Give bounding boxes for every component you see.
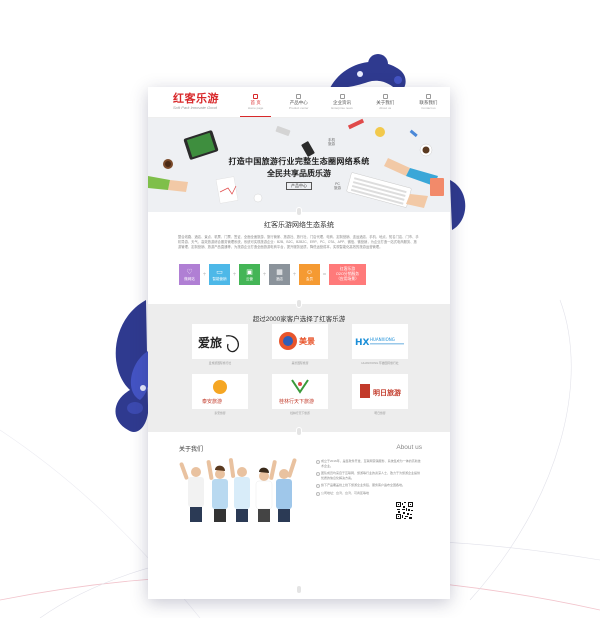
plus-sign: +: [262, 271, 267, 278]
equals-sign: =: [322, 271, 327, 278]
about-list: 成立于2016年，是集软件开发、互联网营销服务、系统集成为一体的高新技术企业。 …: [316, 459, 422, 499]
client-logo-grid: 爱旅 爱旅游国际旅行社 美景 美景国际旅游 HX HUANXIONG HUANXI…: [191, 324, 409, 415]
eco-tile-cloud[interactable]: ▣ 云营: [239, 264, 260, 285]
plus-sign: +: [292, 271, 297, 278]
people-icon: ☺: [305, 268, 314, 276]
client-item[interactable]: 桂林行天下旅游 桂林行天下旅游: [271, 374, 329, 415]
client-logo: 明日旅游: [352, 374, 408, 409]
ecosystem-description: 整合线路、酒店、景点、机票、门票、签证、全面全面旅游、旅行管家、旅游社、旅行社、…: [178, 235, 419, 250]
about-title-en: About us: [396, 444, 422, 451]
nav-sublabel: Enterprise news: [331, 106, 353, 110]
about-section: 关于我们 About us 成立于2016年，是集软件开发、互联网营销服务、系统…: [148, 427, 450, 599]
hero-banner: 手机 旅游 PC 旅游 打造中国旅游行业完整生态圈网络系统 全民共享品质乐游 产…: [148, 118, 450, 212]
client-logo: 桂林行天下旅游: [272, 374, 328, 409]
hero-headline: 打造中国旅游行业完整生态圈网络系统: [228, 157, 370, 166]
client-logo: 泰安旅游: [192, 374, 248, 409]
logo-text: 红客乐游: [173, 93, 219, 105]
doc-icon: [339, 94, 345, 99]
ecosystem-formula: ♡ 微网站 + ▭ 智能营销 + ▣ 云营 + ▦ 酒店 + ☺ 会员 = 红客…: [179, 264, 366, 285]
svg-text:美景: 美景: [299, 336, 315, 346]
eco-result-tile[interactable]: 红客乐游 O2O分销服务 （应用场景）: [329, 264, 366, 285]
eco-tile-micro-site[interactable]: ♡ 微网站: [179, 264, 200, 285]
phone-icon: [425, 94, 431, 99]
about-paragraph: 成立于2016年，是集软件开发、互联网营销服务、系统集成为一体的高新技术企业。: [316, 459, 422, 468]
plus-sign: +: [202, 271, 207, 278]
client-item[interactable]: HX HUANXIONG HUANXIONG 环雄国际旅行社: [351, 324, 409, 365]
about-paragraph: 团队成员均来自于互联网、旅游等行业的资深人士，致力于为旅游企业提供优质的信息化解…: [316, 471, 422, 480]
clients-title: 超过2000家客户选择了红客乐游: [252, 316, 346, 323]
svg-text:桂林行天下旅游: 桂林行天下旅游: [279, 398, 314, 405]
client-item[interactable]: 美景 美景国际旅游: [271, 324, 329, 365]
clients-section: 超过2000家客户选择了红客乐游 爱旅 爱旅游国际旅行社 美景 美景国际旅游 H…: [148, 299, 450, 432]
logo-subtitle: Soft Park Innovate Good: [173, 105, 217, 110]
about-paragraph: 公司地址：台湾、台湾、可商区等地: [316, 491, 422, 496]
client-logo: HX HUANXIONG: [352, 324, 408, 359]
chat-icon: ▭: [216, 268, 223, 276]
client-item[interactable]: 泰安旅游 泰安旅游: [191, 374, 249, 415]
svg-text:HX: HX: [355, 338, 370, 348]
home-icon: [253, 94, 259, 99]
ecosystem-title: 红客乐游网络生态系统: [264, 222, 334, 229]
client-caption: 桂林行天下旅游: [290, 411, 310, 415]
section-scroll-marker: [296, 299, 302, 308]
eco-tile-hotel[interactable]: ▦ 酒店: [269, 264, 290, 285]
building-icon: ▦: [276, 268, 283, 276]
nav-item-home[interactable]: 首 页 Home page: [234, 87, 277, 117]
web-page-mockup: 红客乐游 Soft Park Innovate Good 首 页 Home pa…: [148, 87, 450, 599]
client-item[interactable]: 爱旅 爱旅游国际旅行社: [191, 324, 249, 365]
hero-tag-pc: PC 旅游: [334, 182, 341, 190]
section-scroll-marker: [296, 427, 302, 436]
eco-tile-marketing[interactable]: ▭ 智能营销: [209, 264, 230, 285]
section-scroll-marker: [296, 207, 302, 216]
paint-splash-left: [115, 300, 149, 432]
client-caption: 爱旅游国际旅行社: [208, 361, 232, 365]
client-caption: HUANXIONG 环雄国际旅行社: [361, 361, 399, 365]
nav-sublabel: About us: [379, 106, 392, 110]
eco-tile-label: 微网站: [184, 276, 195, 281]
user-icon: [382, 94, 388, 99]
svg-text:明日旅游: 明日旅游: [373, 388, 401, 397]
about-title-cn: 关于我们: [179, 447, 204, 453]
eco-tile-label: 云营: [246, 276, 253, 281]
about-paragraph: 旗下产品覆盖线上线下旅游全业务链，服务客户遍布全国各地。: [316, 483, 422, 488]
ecosystem-section: 红客乐游网络生态系统 整合线路、酒店、景点、机票、门票、签证、全面全面旅游、旅行…: [148, 207, 450, 304]
nav-item-news[interactable]: 企业资讯 Enterprise news: [320, 87, 363, 117]
site-logo[interactable]: 红客乐游 Soft Park Innovate Good: [148, 93, 234, 111]
hero-tag-mobile: 手机 旅游: [328, 138, 335, 146]
svg-text:HUANXIONG: HUANXIONG: [370, 337, 395, 342]
client-item[interactable]: 明日旅游 明日旅游: [351, 374, 409, 415]
nav-item-contact[interactable]: 联系我们 Contact us: [407, 87, 450, 117]
eco-tile-member[interactable]: ☺ 会员: [299, 264, 320, 285]
svg-text:泰安旅游: 泰安旅游: [202, 398, 222, 405]
client-caption: 美景国际旅游: [291, 361, 309, 365]
heart-icon: ♡: [186, 268, 193, 276]
plus-sign: +: [232, 271, 237, 278]
client-logo: 美景: [272, 324, 328, 359]
main-nav: 首 页 Home page 产品中心 Product center 企业资讯 E…: [234, 87, 450, 117]
hero-product-button[interactable]: 产品中心: [286, 182, 312, 190]
team-photo: [179, 458, 297, 522]
nav-item-products[interactable]: 产品中心 Product center: [277, 87, 320, 117]
client-caption: 明日旅游: [374, 411, 386, 415]
nav-sublabel: Home page: [247, 106, 264, 110]
qr-code-icon: [396, 502, 413, 519]
hero-subheadline: 全民共享品质乐游: [267, 169, 331, 178]
eco-tile-label: 酒店: [276, 276, 283, 281]
site-header: 红客乐游 Soft Park Innovate Good 首 页 Home pa…: [148, 87, 450, 118]
eco-tile-label: 智能营销: [212, 276, 227, 281]
eco-tile-label: 会员: [306, 276, 313, 281]
client-logo: 爱旅: [192, 324, 248, 359]
nav-item-about[interactable]: 关于我们 About us: [364, 87, 407, 117]
paint-splash-right: [450, 180, 466, 230]
grid-icon: [296, 94, 302, 99]
nav-sublabel: Product center: [289, 106, 309, 110]
svg-text:爱旅: 爱旅: [198, 335, 222, 350]
nav-sublabel: Contact us: [421, 106, 436, 110]
section-scroll-marker: [296, 585, 302, 594]
client-caption: 泰安旅游: [214, 411, 226, 415]
cloud-icon: ▣: [246, 268, 253, 276]
eco-result-line: （应用场景）: [336, 277, 359, 281]
